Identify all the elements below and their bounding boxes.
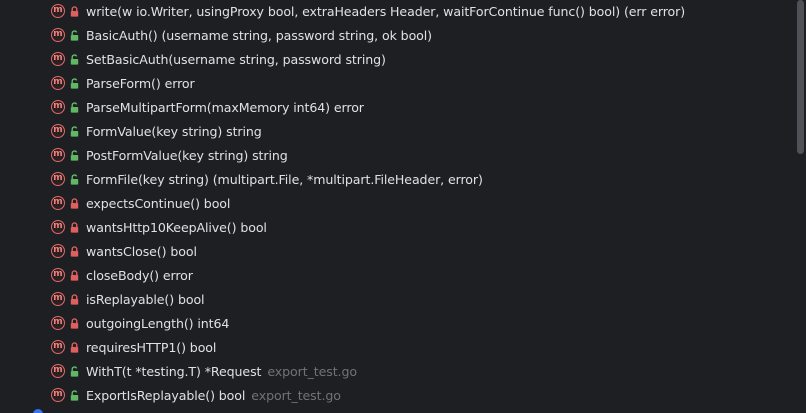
method-row[interactable]: m FormValue(key string) string <box>0 120 796 144</box>
method-signature: wantsHttp10KeepAlive() bool <box>86 220 267 235</box>
method-signature: ExportIsReplayable() bool export_test.go <box>86 388 341 403</box>
source-file-hint: export_test.go <box>267 364 357 379</box>
status-dot <box>33 409 43 413</box>
method-row[interactable]: m closeBody() error <box>0 264 796 288</box>
signature-text: ParseForm() error <box>86 76 195 91</box>
signature-text: requiresHTTP1() bool <box>86 340 217 355</box>
method-icon: m <box>51 100 65 114</box>
method-row[interactable]: m SetBasicAuth(username string, password … <box>0 48 796 72</box>
method-signature: BasicAuth() (username string, password s… <box>86 28 432 43</box>
method-icon: m <box>51 316 65 330</box>
lock-open-icon <box>70 390 79 401</box>
lock-closed-icon <box>70 270 79 281</box>
method-row[interactable]: m ExportIsReplayable() bool export_test.go <box>0 384 796 408</box>
method-row[interactable]: m ParseForm() error <box>0 72 796 96</box>
lock-closed-icon <box>70 6 79 17</box>
lock-closed-icon <box>70 294 79 305</box>
scrollbar-thumb[interactable] <box>797 0 804 154</box>
method-icon: m <box>51 148 65 162</box>
lock-open-icon <box>70 126 79 137</box>
method-row[interactable]: m outgoingLength() int64 <box>0 312 796 336</box>
signature-text: SetBasicAuth(username string, password s… <box>86 52 386 67</box>
method-signature: expectsContinue() bool <box>86 196 230 211</box>
method-row[interactable]: m wantsHttp10KeepAlive() bool <box>0 216 796 240</box>
method-signature: closeBody() error <box>86 268 193 283</box>
method-row[interactable]: m WithT(t *testing.T) *Request export_test… <box>0 360 796 384</box>
method-icon: m <box>51 196 65 210</box>
structure-panel: m write(w io.Writer, usingProxy bool, ext… <box>0 0 806 413</box>
lock-open-icon <box>70 150 79 161</box>
method-row[interactable]: m write(w io.Writer, usingProxy bool, ext… <box>0 0 796 24</box>
method-signature: FormFile(key string) (multipart.File, *m… <box>86 172 483 187</box>
lock-open-icon <box>70 102 79 113</box>
method-signature: outgoingLength() int64 <box>86 316 229 331</box>
method-icon: m <box>51 28 65 42</box>
method-signature: ParseMultipartForm(maxMemory int64) erro… <box>86 100 364 115</box>
method-icon: m <box>51 220 65 234</box>
method-icon: m <box>51 364 65 378</box>
method-signature: isReplayable() bool <box>86 292 205 307</box>
signature-text: expectsContinue() bool <box>86 196 231 211</box>
signature-text: ExportIsReplayable() bool <box>86 388 246 403</box>
method-row[interactable]: m PostFormValue(key string) string <box>0 144 796 168</box>
method-icon: m <box>51 388 65 402</box>
signature-text: FormValue(key string) string <box>86 124 262 139</box>
signature-text: closeBody() error <box>86 268 193 283</box>
signature-text: FormFile(key string) (multipart.File, *m… <box>86 172 483 187</box>
lock-open-icon <box>70 30 79 41</box>
signature-text: PostFormValue(key string) string <box>86 148 288 163</box>
signature-text: wantsClose() bool <box>86 244 197 259</box>
signature-text: BasicAuth() (username string, password s… <box>86 28 432 43</box>
method-signature: SetBasicAuth(username string, password s… <box>86 52 386 67</box>
signature-text: WithT(t *testing.T) *Request <box>86 364 262 379</box>
method-signature: FormValue(key string) string <box>86 124 262 139</box>
lock-closed-icon <box>70 318 79 329</box>
lock-closed-icon <box>70 342 79 353</box>
method-icon: m <box>51 52 65 66</box>
method-row[interactable]: m isReplayable() bool <box>0 288 796 312</box>
method-signature: ParseForm() error <box>86 76 195 91</box>
method-row[interactable]: m BasicAuth() (username string, password … <box>0 24 796 48</box>
method-signature: WithT(t *testing.T) *Request export_test.… <box>86 364 357 379</box>
lock-closed-icon <box>70 198 79 209</box>
method-icon: m <box>51 340 65 354</box>
lock-closed-icon <box>70 222 79 233</box>
method-row[interactable]: m wantsClose() bool <box>0 240 796 264</box>
signature-text: wantsHttp10KeepAlive() bool <box>86 220 267 235</box>
lock-open-icon <box>70 174 79 185</box>
method-signature: PostFormValue(key string) string <box>86 148 288 163</box>
method-icon: m <box>51 4 65 18</box>
method-icon: m <box>51 292 65 306</box>
method-icon: m <box>51 76 65 90</box>
method-row[interactable]: m requiresHTTP1() bool <box>0 336 796 360</box>
method-signature: write(w io.Writer, usingProxy bool, extr… <box>86 4 685 19</box>
method-icon: m <box>51 172 65 186</box>
lock-closed-icon <box>70 246 79 257</box>
method-signature: requiresHTTP1() bool <box>86 340 216 355</box>
lock-open-icon <box>70 54 79 65</box>
method-icon: m <box>51 244 65 258</box>
lock-open-icon <box>70 366 79 377</box>
signature-text: ParseMultipartForm(maxMemory int64) erro… <box>86 100 364 115</box>
method-row[interactable]: m ParseMultipartForm(maxMemory int64) err… <box>0 96 796 120</box>
signature-text: write(w io.Writer, usingProxy bool, extr… <box>86 4 686 19</box>
signature-text: outgoingLength() int64 <box>86 316 230 331</box>
method-row[interactable]: m expectsContinue() bool <box>0 192 796 216</box>
source-file-hint: export_test.go <box>251 388 341 403</box>
signature-text: isReplayable() bool <box>86 292 205 307</box>
lock-open-icon <box>70 78 79 89</box>
method-signature: wantsClose() bool <box>86 244 197 259</box>
method-icon: m <box>51 124 65 138</box>
method-row[interactable]: m FormFile(key string) (multipart.File, *… <box>0 168 796 192</box>
method-icon: m <box>51 268 65 282</box>
